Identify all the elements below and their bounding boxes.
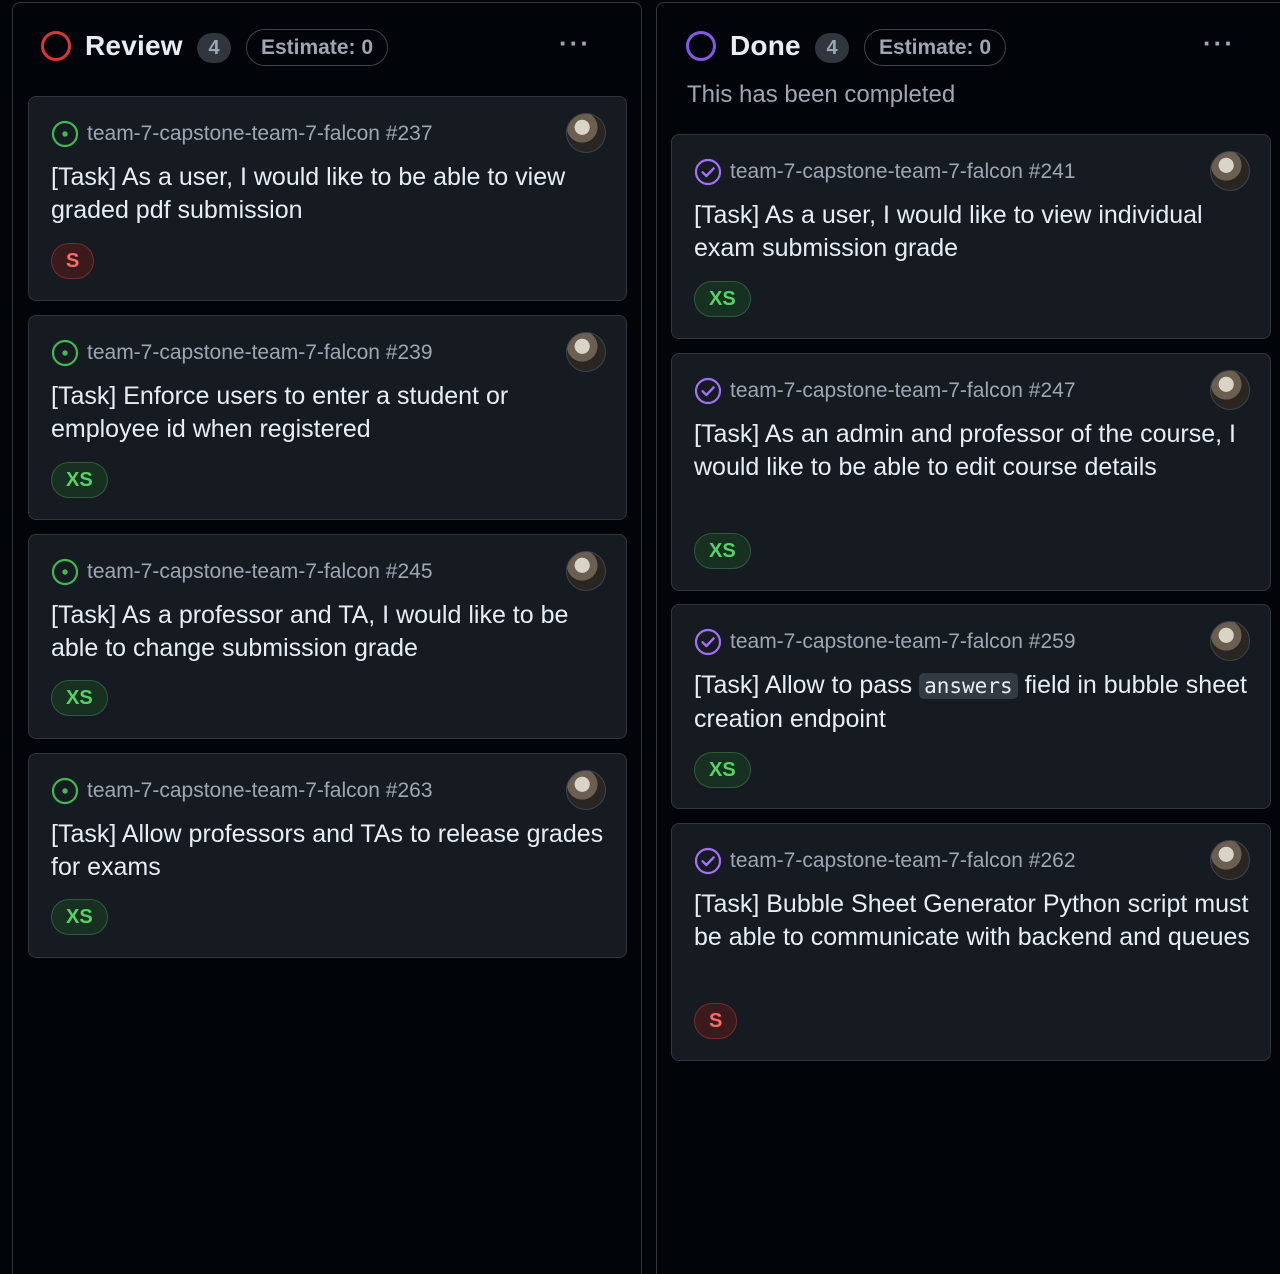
estimate-badge: Estimate: 0: [246, 29, 389, 66]
size-label[interactable]: XS: [694, 533, 751, 569]
column-header-done: Done 4 Estimate: 0 ···: [657, 3, 1280, 83]
assignee-avatar[interactable]: [566, 551, 606, 591]
issue-title-text: [Task] Allow to pass: [694, 671, 920, 699]
issue-reference[interactable]: team-7-capstone-team-7-falcon #239: [51, 336, 433, 370]
item-count-badge: 4: [815, 33, 849, 63]
issue-reference[interactable]: team-7-capstone-team-7-falcon #247: [694, 374, 1076, 408]
issue-card[interactable]: team-7-capstone-team-7-falcon #239 [Task…: [28, 315, 627, 520]
issue-title[interactable]: [Task] As a user, I would like to be abl…: [51, 161, 611, 227]
repository-issue-number: team-7-capstone-team-7-falcon #241: [730, 160, 1076, 183]
assignee-avatar[interactable]: [566, 770, 606, 810]
issue-title[interactable]: [Task] Allow professors and TAs to relea…: [51, 818, 611, 884]
issue-reference[interactable]: team-7-capstone-team-7-falcon #263: [51, 774, 433, 808]
issue-title[interactable]: [Task] Enforce users to enter a student …: [51, 380, 611, 446]
repository-issue-number: team-7-capstone-team-7-falcon #247: [730, 379, 1076, 402]
repository-issue-number: team-7-capstone-team-7-falcon #262: [730, 849, 1076, 872]
assignee-avatar[interactable]: [1210, 151, 1250, 191]
issue-opened-icon: [51, 120, 79, 148]
column-menu-button[interactable]: ···: [1194, 23, 1244, 63]
issue-card[interactable]: team-7-capstone-team-7-falcon #241 [Task…: [671, 134, 1271, 339]
column-header-review: Review 4 Estimate: 0 ···: [13, 3, 641, 83]
issue-closed-icon: [694, 847, 722, 875]
assignee-avatar[interactable]: [1210, 370, 1250, 410]
issue-title[interactable]: [Task] Bubble Sheet Generator Python scr…: [694, 888, 1254, 954]
issue-opened-icon: [51, 558, 79, 586]
assignee-avatar[interactable]: [1210, 621, 1250, 661]
column-menu-button[interactable]: ···: [550, 23, 600, 63]
issue-reference[interactable]: team-7-capstone-team-7-falcon #241: [694, 155, 1076, 189]
issue-closed-icon: [694, 628, 722, 656]
issue-title[interactable]: [Task] As a professor and TA, I would li…: [51, 599, 611, 665]
issue-card[interactable]: team-7-capstone-team-7-falcon #245 [Task…: [28, 534, 627, 739]
inline-code: answers: [919, 673, 1018, 699]
status-circle-icon: [41, 31, 71, 61]
issue-card[interactable]: team-7-capstone-team-7-falcon #263 [Task…: [28, 753, 627, 958]
issue-card[interactable]: team-7-capstone-team-7-falcon #259 [Task…: [671, 604, 1271, 809]
column-title: Review: [85, 30, 183, 61]
column-description: This has been completed: [687, 81, 956, 108]
repository-issue-number: team-7-capstone-team-7-falcon #263: [87, 779, 433, 802]
status-circle-icon: [686, 31, 716, 61]
repository-issue-number: team-7-capstone-team-7-falcon #245: [87, 560, 433, 583]
column-review: Review 4 Estimate: 0 ··· team-7-capstone…: [12, 2, 642, 1274]
issue-reference[interactable]: team-7-capstone-team-7-falcon #262: [694, 844, 1076, 878]
column-done: Done 4 Estimate: 0 ··· This has been com…: [656, 2, 1280, 1274]
assignee-avatar[interactable]: [1210, 840, 1250, 880]
assignee-avatar[interactable]: [566, 332, 606, 372]
issue-reference[interactable]: team-7-capstone-team-7-falcon #259: [694, 625, 1076, 659]
issue-closed-icon: [694, 158, 722, 186]
issue-reference[interactable]: team-7-capstone-team-7-falcon #237: [51, 117, 433, 151]
issue-card[interactable]: team-7-capstone-team-7-falcon #247 [Task…: [671, 353, 1271, 591]
issue-title[interactable]: [Task] As an admin and professor of the …: [694, 418, 1254, 484]
issue-title[interactable]: [Task] Allow to pass answers field in bu…: [694, 669, 1254, 736]
issue-card[interactable]: team-7-capstone-team-7-falcon #237 [Task…: [28, 96, 627, 301]
size-label[interactable]: XS: [694, 752, 751, 788]
size-label[interactable]: XS: [51, 899, 108, 935]
repository-issue-number: team-7-capstone-team-7-falcon #237: [87, 122, 433, 145]
assignee-avatar[interactable]: [566, 113, 606, 153]
project-board: Review 4 Estimate: 0 ··· team-7-capstone…: [0, 0, 1280, 1274]
issue-title[interactable]: [Task] As a user, I would like to view i…: [694, 199, 1254, 265]
issue-card[interactable]: team-7-capstone-team-7-falcon #262 [Task…: [671, 823, 1271, 1061]
size-label[interactable]: XS: [51, 680, 108, 716]
repository-issue-number: team-7-capstone-team-7-falcon #259: [730, 630, 1076, 653]
size-label[interactable]: XS: [51, 462, 108, 498]
estimate-badge: Estimate: 0: [864, 29, 1007, 66]
size-label[interactable]: S: [694, 1003, 738, 1039]
size-label[interactable]: S: [51, 243, 95, 279]
issue-closed-icon: [694, 377, 722, 405]
item-count-badge: 4: [197, 33, 231, 63]
issue-reference[interactable]: team-7-capstone-team-7-falcon #245: [51, 555, 433, 589]
issue-opened-icon: [51, 339, 79, 367]
size-label[interactable]: XS: [694, 281, 751, 317]
column-title: Done: [730, 30, 801, 61]
repository-issue-number: team-7-capstone-team-7-falcon #239: [87, 341, 433, 364]
issue-opened-icon: [51, 777, 79, 805]
